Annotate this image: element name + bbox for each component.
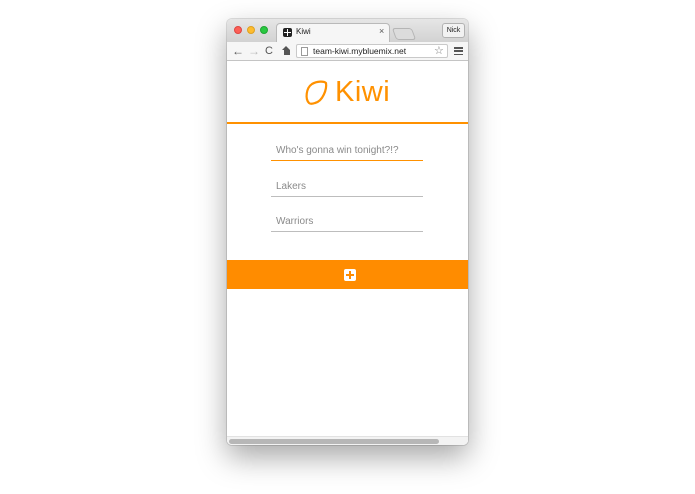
browser-window: Kiwi × Nick ← → C team-kiwi.mybluemix.ne…	[227, 19, 468, 445]
horizontal-scrollbar[interactable]	[227, 436, 468, 445]
reload-icon[interactable]: C	[265, 44, 273, 58]
maximize-window-button[interactable]	[260, 26, 268, 34]
home-icon[interactable]	[282, 46, 291, 55]
back-arrow-icon[interactable]: ←	[232, 44, 244, 58]
new-tab-button[interactable]	[391, 28, 417, 40]
header-divider	[227, 122, 468, 124]
profile-button[interactable]: Nick	[442, 23, 465, 38]
favicon-icon	[283, 28, 292, 37]
tab-title: Kiwi	[296, 27, 311, 36]
plus-square-icon	[344, 269, 356, 281]
add-poll-button[interactable]	[227, 260, 468, 289]
browser-toolbar: ← → C team-kiwi.mybluemix.net ☆	[227, 42, 468, 61]
kiwi-leaf-icon	[305, 80, 328, 105]
option-two-input[interactable]	[271, 212, 423, 232]
kiwi-logo: Kiwi	[303, 76, 403, 111]
page-icon	[301, 47, 308, 56]
menu-icon[interactable]	[454, 47, 463, 56]
forward-arrow-icon[interactable]: →	[248, 44, 260, 58]
page-viewport: Kiwi	[227, 62, 468, 445]
tab-strip: Kiwi × Nick	[227, 19, 468, 42]
minimize-window-button[interactable]	[247, 26, 255, 34]
tab-kiwi[interactable]: Kiwi ×	[276, 23, 390, 42]
option-one-input[interactable]	[271, 177, 423, 197]
close-window-button[interactable]	[234, 26, 242, 34]
tab-close-icon[interactable]: ×	[379, 26, 384, 36]
question-input[interactable]	[271, 141, 423, 161]
bookmark-star-icon[interactable]: ☆	[434, 44, 444, 57]
address-bar[interactable]: team-kiwi.mybluemix.net ☆	[296, 44, 448, 58]
scrollbar-thumb[interactable]	[229, 439, 439, 444]
logo-text: Kiwi	[335, 76, 391, 108]
url-text[interactable]: team-kiwi.mybluemix.net	[313, 46, 406, 56]
